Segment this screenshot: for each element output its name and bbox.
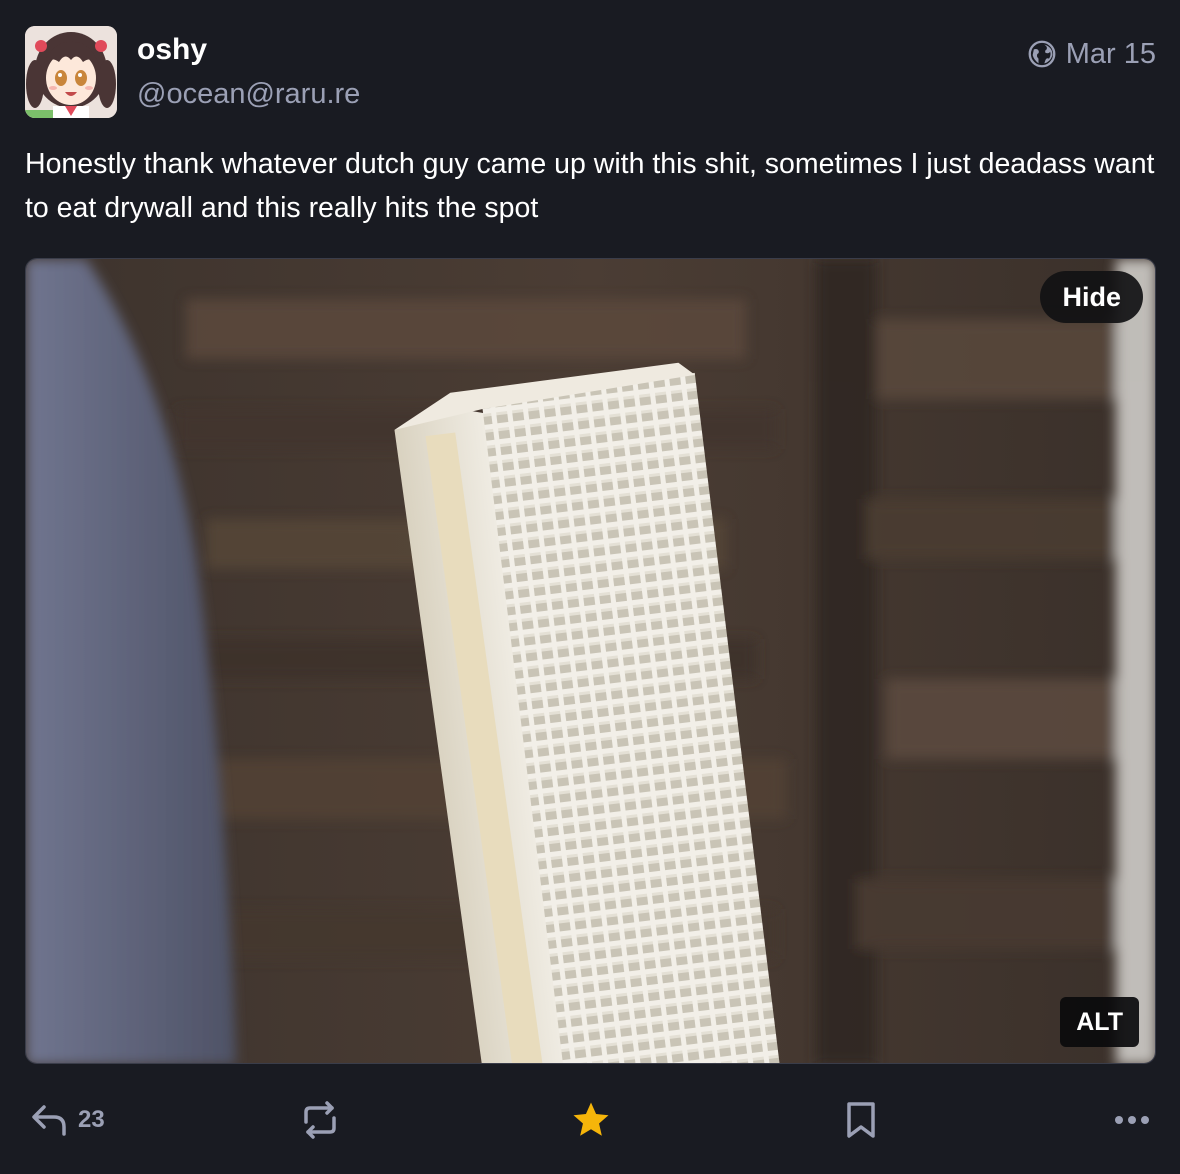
status-action-bar: 23 (0, 1090, 1180, 1150)
media-attachment[interactable]: Hide ALT (25, 258, 1156, 1064)
bookmark-icon (847, 1102, 875, 1138)
status-content: Honestly thank whatever dutch guy came u… (25, 148, 1155, 224)
status-meta: Mar 15 (1028, 34, 1156, 74)
status-date[interactable]: Mar 15 (1066, 34, 1156, 74)
reply-button[interactable]: 23 (30, 1090, 105, 1150)
globe-icon (1028, 40, 1056, 68)
account-handle[interactable]: @ocean@raru.re (137, 74, 360, 114)
hide-media-button[interactable]: Hide (1040, 271, 1143, 323)
bookmark-button[interactable] (844, 1090, 878, 1150)
wafer-photo (26, 259, 1155, 1063)
more-icon (1115, 1116, 1149, 1124)
boost-icon (304, 1101, 336, 1139)
alt-text-badge[interactable]: ALT (1060, 997, 1139, 1047)
reply-icon (32, 1105, 66, 1136)
status-post: oshy @ocean@raru.re Mar 15 Honestly than… (0, 0, 1180, 1174)
display-name[interactable]: oshy (137, 30, 207, 70)
reply-count: 23 (78, 1106, 105, 1133)
boost-button[interactable] (300, 1090, 340, 1150)
avatar-image (25, 26, 117, 118)
more-button[interactable] (1114, 1090, 1150, 1150)
favourite-button[interactable] (570, 1090, 612, 1150)
avatar[interactable] (25, 26, 117, 118)
star-icon (573, 1102, 609, 1136)
